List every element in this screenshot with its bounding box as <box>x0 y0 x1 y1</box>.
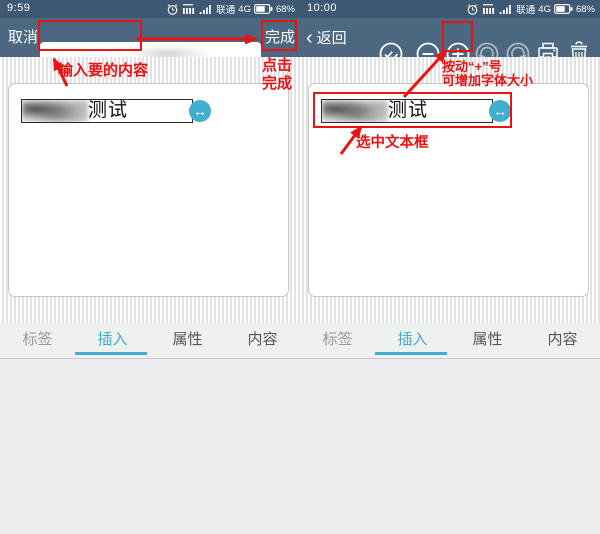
alarm-clock-icon <box>466 3 479 16</box>
signal-bars-icon <box>199 3 213 15</box>
horizontal-arrow-icon: ↔ <box>493 104 507 118</box>
tab-property[interactable]: 属性 <box>450 323 525 358</box>
text-element-label: 测试 <box>388 100 428 122</box>
carrier-text: 联通 <box>216 2 235 16</box>
editor-toolbar: ‹ 返回 <box>300 18 600 57</box>
censored-blur <box>322 100 388 122</box>
text-element-selected[interactable]: 测试 <box>321 99 493 123</box>
battery-icon <box>254 4 273 14</box>
tab-property[interactable]: 属性 <box>150 323 225 358</box>
network-text: 4G <box>238 4 251 15</box>
battery-icon <box>554 4 573 14</box>
resize-handle[interactable]: ↔ <box>189 100 211 122</box>
battery-percent: 68% <box>276 4 295 15</box>
screen-label-editor: 10:00 联通 4G <box>300 0 600 534</box>
censored-blur <box>22 100 88 122</box>
text-element-label: 测试 <box>88 100 128 122</box>
network-text: 4G <box>538 4 551 15</box>
battery-percent: 68% <box>576 4 595 15</box>
tab-label[interactable]: 标签 <box>300 323 375 358</box>
back-button[interactable]: ‹ 返回 <box>306 18 347 57</box>
screen-edit-text: 9:59 联通 4G <box>0 0 300 534</box>
label-card[interactable]: 测试 ↔ <box>308 83 589 297</box>
status-bar: 9:59 联通 4G <box>0 0 300 18</box>
chevron-left-icon: ‹ <box>306 20 313 56</box>
alarm-clock-icon <box>166 3 179 16</box>
done-button[interactable]: 完成 <box>265 18 295 57</box>
tab-content[interactable]: 内容 <box>225 323 300 358</box>
status-time: 10:00 <box>307 2 337 14</box>
bottom-tab-bar: 标签 插入 属性 内容 <box>0 323 300 359</box>
carrier-text: 联通 <box>516 2 535 16</box>
active-tab-underline <box>75 352 147 355</box>
label-canvas: 测试 ↔ <box>0 57 300 323</box>
insert-tool-grid: T 文本 一维码 <box>300 359 600 534</box>
signal-bars-icon <box>499 3 513 15</box>
resize-handle[interactable]: ↔ <box>489 100 511 122</box>
vowifi-icon <box>182 3 196 15</box>
tab-label[interactable]: 标签 <box>0 323 75 358</box>
insert-tool-grid: T 文本 一维码 <box>0 359 300 534</box>
tab-content[interactable]: 内容 <box>525 323 600 358</box>
edit-toolbar: 取消 完成 <box>0 18 300 57</box>
vowifi-icon <box>482 3 496 15</box>
text-element[interactable]: 测试 <box>21 99 193 123</box>
label-card[interactable]: 测试 ↔ <box>8 83 289 297</box>
bottom-tab-bar: 标签 插入 属性 内容 <box>300 323 600 359</box>
status-bar: 10:00 联通 4G <box>300 0 600 18</box>
cancel-button[interactable]: 取消 <box>8 18 38 57</box>
active-tab-underline <box>375 352 447 355</box>
status-time: 9:59 <box>7 2 30 14</box>
horizontal-arrow-icon: ↔ <box>193 104 207 118</box>
label-canvas: 测试 ↔ <box>300 57 600 323</box>
